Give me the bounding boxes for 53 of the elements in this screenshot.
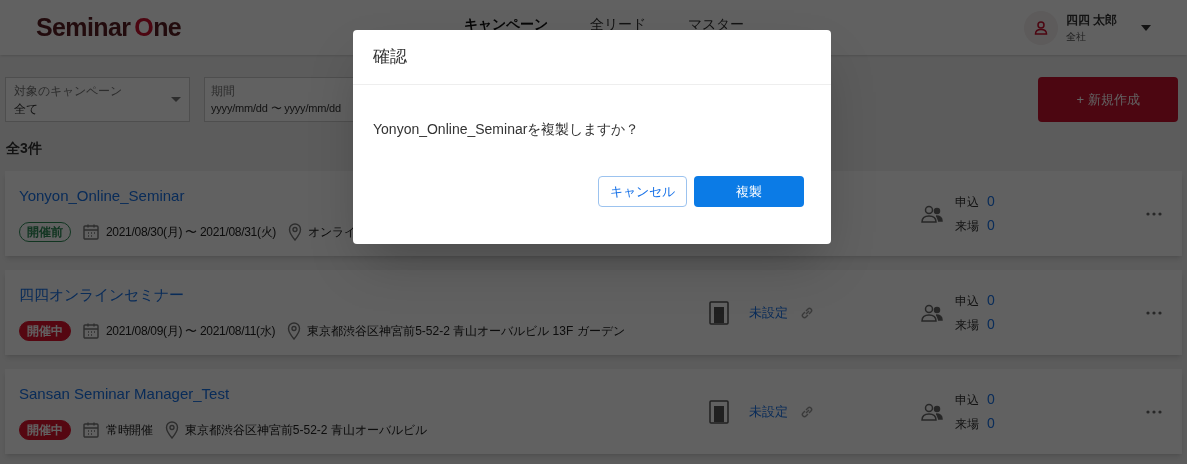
status-badge: 開催中 [19, 419, 71, 440]
more-icon[interactable] [1146, 409, 1162, 414]
user-icon [1023, 10, 1058, 45]
dialog-title: 確認 [373, 46, 407, 69]
date-range-input[interactable]: yyyy/mm/dd 〜 yyyy/mm/dd [211, 100, 353, 117]
dialog-message: Yonyon_Online_Seminarを複製しますか？ [372, 120, 641, 139]
stat-value: 0 [987, 291, 995, 310]
campaign-title[interactable]: Yonyon_Online_Seminar [19, 185, 185, 208]
more-icon[interactable] [1146, 310, 1162, 315]
result-count: 全3件 [6, 139, 43, 158]
page-link[interactable]: 未設定 [749, 302, 788, 323]
people-icon [921, 402, 943, 421]
stat-label: 申込 [955, 391, 979, 409]
caret-icon[interactable] [1141, 24, 1151, 31]
stat-label: 申込 [955, 292, 979, 310]
dialog-button[interactable]: キャンセル [598, 176, 687, 207]
location-pin-icon [287, 321, 302, 340]
campaign-title[interactable]: 四四オンラインセミナー [19, 284, 184, 307]
stat-label: 来場 [955, 217, 979, 235]
venue: 東京都渋谷区神宮前5-52-2 青山オーバルビル [184, 421, 427, 439]
stat-label: 来場 [955, 415, 979, 433]
location-pin-icon [164, 420, 179, 439]
stat-value: 0 [987, 414, 995, 433]
date-range: 2021/08/30(月) 〜 2021/08/31(火) [106, 223, 277, 241]
location-pin-icon [288, 222, 303, 241]
link-icon[interactable] [800, 404, 814, 419]
link-icon[interactable] [800, 305, 814, 320]
calendar-icon [82, 222, 100, 241]
stat-value: 0 [987, 390, 995, 409]
new-campaign-button[interactable]: + 新規作成 [1038, 77, 1178, 122]
calendar-icon [82, 420, 100, 439]
door-icon [709, 399, 729, 424]
user-name: 四四 太郎 [1065, 12, 1117, 29]
date-range: 常時開催 [106, 421, 153, 439]
venue: 東京都渋谷区神宮前5-52-2 青山オーバルビル 13F ガーデン [307, 322, 625, 340]
people-icon [921, 204, 943, 223]
dialog-button[interactable]: 複製 [694, 176, 804, 207]
campaign-title[interactable]: Sansan Seminar Manager_Test [19, 383, 230, 406]
status-badge: 開催中 [19, 320, 71, 341]
calendar-icon [82, 321, 100, 340]
stat-label: 来場 [955, 316, 979, 334]
stat-value: 0 [987, 315, 995, 334]
stat-value: 0 [987, 192, 995, 211]
door-icon [709, 300, 729, 325]
stat-label: 申込 [955, 193, 979, 211]
page-link[interactable]: 未設定 [749, 401, 788, 422]
status-badge: 開催前 [19, 221, 71, 242]
more-icon[interactable] [1146, 211, 1162, 216]
caret-icon [171, 97, 181, 102]
date-range: 2021/08/09(月) 〜 2021/08/11(水) [106, 322, 276, 340]
logo: Seminar One [36, 11, 183, 43]
people-icon [921, 303, 943, 322]
stat-value: 0 [987, 216, 995, 235]
